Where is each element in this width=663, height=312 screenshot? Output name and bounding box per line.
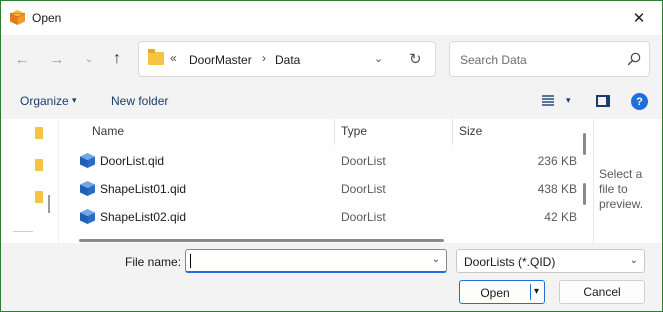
divider: [13, 231, 33, 232]
back-button[interactable]: ←: [10, 47, 34, 71]
file-name: DoorList.qid: [100, 154, 165, 168]
file-name-area: File name: ⌄ DoorLists (*.QID) ⌄ Open ▾ …: [1, 243, 662, 311]
file-size: 42 KB: [544, 210, 577, 224]
navigation-bar: ← → ⌄ ↑ « DoorMaster › Data ⌄ ↻: [1, 35, 662, 83]
view-options-icon[interactable]: [541, 93, 555, 107]
arrow-right-icon: →: [49, 50, 65, 68]
view-dropdown-icon[interactable]: ▾: [566, 95, 571, 106]
arrow-up-icon: ↑: [113, 50, 121, 67]
breadcrumb-data[interactable]: Data: [275, 53, 300, 67]
cancel-button-label: Cancel: [583, 285, 621, 299]
file-type-filter[interactable]: DoorLists (*.QID) ⌄: [456, 249, 645, 273]
new-folder-button[interactable]: New folder: [111, 94, 168, 108]
folder-icon[interactable]: [35, 127, 43, 139]
title-bar: Open ✕: [1, 1, 662, 35]
file-name-label: File name:: [125, 255, 182, 269]
open-button-label: Open: [480, 286, 510, 300]
window-title: Open: [32, 11, 62, 25]
vertical-scrollbar-thumb[interactable]: [583, 133, 586, 155]
column-header-type[interactable]: Type: [341, 124, 367, 138]
search-input[interactable]: [458, 51, 618, 69]
file-size: 438 KB: [537, 182, 577, 196]
cancel-button[interactable]: Cancel: [559, 280, 645, 304]
recent-locations-button[interactable]: ⌄: [77, 47, 101, 71]
close-button[interactable]: ✕: [616, 1, 662, 35]
overflow-chevron-icon[interactable]: «: [170, 51, 177, 65]
search-icon[interactable]: [626, 51, 642, 67]
open-options-dropdown-icon[interactable]: ▾: [534, 286, 539, 297]
file-name-input[interactable]: [193, 253, 413, 269]
arrow-left-icon: ←: [14, 50, 30, 68]
preview-message: Select a file to preview.: [599, 167, 644, 211]
box-icon: [9, 10, 26, 25]
qid-file-icon: [80, 181, 95, 196]
open-dialog: Open ✕ ← → ⌄ ↑ « DoorMaster › Data ⌄ ↻ S…: [0, 0, 663, 312]
folder-icon: [148, 49, 164, 65]
column-divider[interactable]: [452, 119, 453, 145]
command-bar: Organize ▾ New folder ▾ ?: [1, 83, 662, 119]
horizontal-scrollbar-thumb[interactable]: [79, 239, 444, 242]
address-dropdown-icon[interactable]: ⌄: [374, 52, 383, 65]
refresh-icon[interactable]: ↻: [409, 50, 422, 68]
up-button[interactable]: ↑: [105, 47, 129, 71]
split-divider: [530, 284, 531, 300]
file-size: 236 KB: [537, 154, 577, 168]
file-row[interactable]: ShapeList02.qid DoorList 42 KB: [59, 203, 577, 231]
organize-button[interactable]: Organize: [20, 94, 69, 108]
close-icon: ✕: [632, 10, 646, 27]
folder-icon[interactable]: [35, 191, 43, 203]
file-row[interactable]: DoorList.qid DoorList 236 KB: [59, 147, 577, 175]
vertical-scrollbar-track[interactable]: [583, 183, 586, 205]
file-type: DoorList: [341, 154, 386, 168]
forward-button[interactable]: →: [45, 47, 69, 71]
navigation-scrollbar[interactable]: [48, 195, 50, 213]
chevron-down-icon: ⌄: [629, 255, 638, 266]
preview-pane: Select a file to preview.: [593, 119, 662, 243]
file-name: ShapeList02.qid: [100, 210, 187, 224]
chevron-down-icon: ⌄: [84, 53, 94, 65]
file-name: ShapeList01.qid: [100, 182, 187, 196]
file-name-combobox[interactable]: ⌄: [185, 249, 447, 273]
qid-file-icon: [80, 153, 95, 168]
breadcrumb-separator-icon[interactable]: ›: [262, 51, 266, 65]
qid-file-icon: [80, 209, 95, 224]
column-header-name[interactable]: Name: [92, 124, 124, 138]
file-type: DoorList: [341, 210, 386, 224]
search-box: [449, 41, 650, 77]
file-type: DoorList: [341, 182, 386, 196]
open-button[interactable]: Open ▾: [459, 280, 545, 304]
text-caret: [190, 254, 191, 268]
chevron-down-icon[interactable]: ⌄: [432, 254, 440, 265]
organize-dropdown-icon[interactable]: ▾: [72, 95, 77, 106]
file-row[interactable]: ShapeList01.qid DoorList 438 KB: [59, 175, 577, 203]
preview-pane-icon[interactable]: [596, 95, 610, 107]
help-icon[interactable]: ?: [631, 93, 648, 110]
column-divider[interactable]: [334, 119, 335, 145]
breadcrumb-doormaster[interactable]: DoorMaster: [189, 53, 252, 67]
column-header-size[interactable]: Size: [459, 124, 482, 138]
file-type-filter-value: DoorLists (*.QID): [464, 255, 556, 269]
navigation-pane: [1, 119, 58, 243]
address-bar[interactable]: « DoorMaster › Data ⌄ ↻: [138, 41, 436, 77]
file-list: Name Type Size DoorList.qid DoorList 236…: [58, 119, 593, 243]
folder-icon[interactable]: [35, 159, 43, 171]
